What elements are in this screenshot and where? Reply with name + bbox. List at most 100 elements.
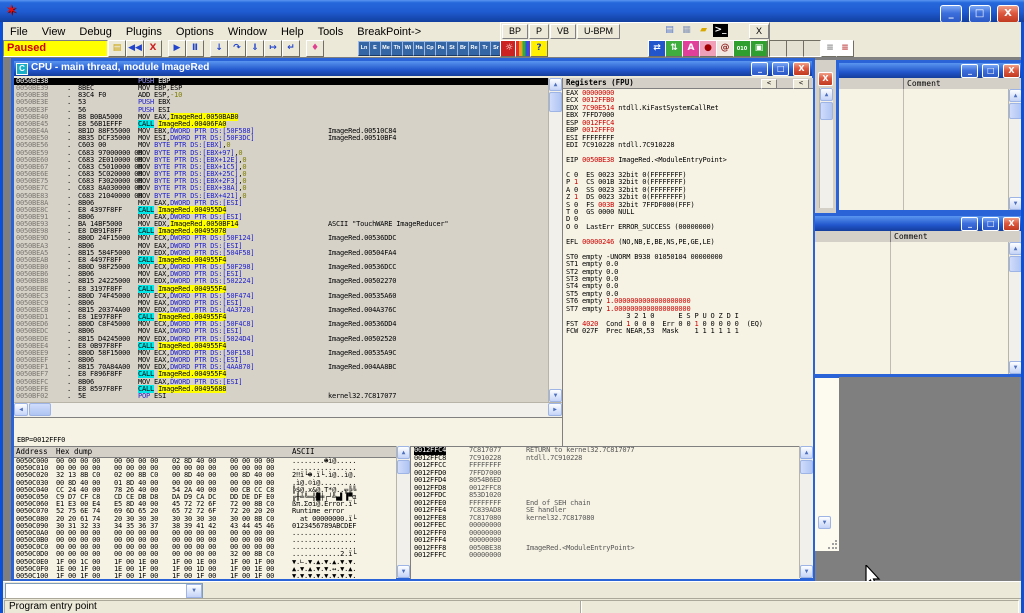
comment-list[interactable] bbox=[814, 242, 1009, 374]
combo-dropdown-icon[interactable]: ▼ bbox=[186, 584, 202, 598]
maximize-button[interactable]: □ bbox=[969, 5, 991, 23]
collapse-icon[interactable]: < bbox=[793, 79, 809, 89]
menu-item-window[interactable]: Window bbox=[221, 24, 274, 38]
scroll-up-icon[interactable]: ▲ bbox=[820, 88, 833, 101]
notes-icon[interactable]: ▤ bbox=[662, 24, 677, 37]
close-button[interactable]: X bbox=[997, 5, 1019, 23]
scroll-up-icon[interactable]: ▲ bbox=[1009, 89, 1021, 102]
register-line[interactable]: EIP 0050BE38 ImageRed.<ModuleEntryPoint> bbox=[563, 157, 813, 164]
help-icon[interactable]: ? bbox=[530, 40, 548, 57]
stack-pane[interactable]: 0012FFC47C817077RETURN to kernel32.7C817… bbox=[410, 446, 800, 579]
minimize-button[interactable]: _ bbox=[961, 217, 978, 231]
animate-into-icon[interactable]: ⇓ bbox=[246, 40, 264, 57]
menu-item-breakpoint[interactable]: BreakPoint-> bbox=[350, 24, 428, 38]
menu-item-tools[interactable]: Tools bbox=[311, 24, 351, 38]
sort-icon[interactable]: ⇅ bbox=[665, 40, 683, 57]
scroll-up-icon[interactable]: ▲ bbox=[800, 446, 813, 459]
disasm-row[interactable]: 0050BEFE.E8 8597F8FFCALL ImageRed.004956… bbox=[14, 386, 548, 393]
menu-item-options[interactable]: Options bbox=[169, 24, 221, 38]
close-icon[interactable]: X bbox=[818, 72, 833, 86]
disasm-row[interactable]: 0050BE83.C683 21040000 00MOV BYTE PTR DS… bbox=[14, 193, 548, 200]
close-button[interactable]: X bbox=[1003, 64, 1020, 78]
disasm-row[interactable]: 0050BE8C.E8 4397F8FFCALL ImageRed.004955… bbox=[14, 207, 548, 214]
scroll-up-icon[interactable]: ▲ bbox=[397, 446, 410, 459]
close-button[interactable]: X bbox=[1003, 217, 1020, 231]
folder-icon[interactable]: ▰ bbox=[696, 24, 711, 37]
disasm-row[interactable]: 0050BE38$55PUSH EBP bbox=[14, 78, 548, 85]
terminate-icon[interactable]: X bbox=[144, 40, 162, 57]
plugin-button-p[interactable]: P bbox=[529, 24, 549, 39]
disasm-row[interactable]: 0050BF02.5EPOP ESIkernel32.7C817077 bbox=[14, 393, 548, 400]
pause-icon[interactable]: Ⅱ bbox=[186, 40, 204, 57]
scroll-down-icon[interactable]: ▼ bbox=[800, 565, 813, 578]
comment-list[interactable] bbox=[839, 89, 1009, 210]
record-icon[interactable]: ● bbox=[699, 40, 717, 57]
plugin-button-vb[interactable]: VB bbox=[550, 24, 576, 39]
scroll-right-icon[interactable]: ▶ bbox=[548, 403, 562, 416]
comment-window-bottom-titlebar[interactable]: _ □ X bbox=[814, 216, 1021, 231]
disasm-row[interactable]: 0050BEC3.8B0D 74F45000MOV ECX,DWORD PTR … bbox=[14, 293, 548, 300]
window-icon[interactable]: ▣ bbox=[750, 40, 768, 57]
minimize-button[interactable]: _ bbox=[940, 5, 962, 23]
animate-over-icon[interactable]: ↦ bbox=[264, 40, 282, 57]
scroll-down-icon[interactable]: ▼ bbox=[1009, 361, 1021, 374]
menu-item-debug[interactable]: Debug bbox=[72, 24, 118, 38]
tasks-list-icon[interactable]: ≡ bbox=[836, 40, 854, 57]
menu-item-help[interactable]: Help bbox=[274, 24, 311, 38]
stack-scrollbar[interactable]: ▲ ▼ bbox=[799, 446, 813, 578]
open-file-icon[interactable]: ▤ bbox=[108, 40, 126, 57]
register-line[interactable]: EDI 7C910228 ntdll.7C910228 bbox=[563, 142, 813, 149]
stack-row[interactable]: 0012FFFC00000000 bbox=[411, 552, 800, 560]
binary-icon[interactable]: 010 bbox=[733, 40, 751, 57]
plugin-close-button[interactable]: X bbox=[749, 24, 769, 39]
scrollbar[interactable]: ▲ ▼ bbox=[1008, 242, 1021, 374]
maximize-button[interactable]: □ bbox=[982, 217, 999, 231]
a-icon[interactable]: A bbox=[682, 40, 700, 57]
plugin-button-u-bpm[interactable]: U-BPM bbox=[577, 24, 620, 39]
scroll-up-icon[interactable]: ▲ bbox=[549, 78, 562, 91]
step-into-icon[interactable]: ↓ bbox=[210, 40, 228, 57]
maximize-button[interactable]: □ bbox=[982, 64, 999, 78]
scrollbar[interactable]: ▲ bbox=[819, 88, 833, 208]
disasm-row[interactable]: 0050BE3E.53PUSH EBX bbox=[14, 99, 548, 106]
register-line[interactable]: FCW 027F Prec NEAR,53 Mask 1 1 1 1 1 1 bbox=[563, 328, 813, 335]
disasm-row[interactable]: 0050BED6.8B0D C8F45000MOV ECX,DWORD PTR … bbox=[14, 321, 548, 328]
spiral-icon[interactable]: @ bbox=[716, 40, 734, 57]
scroll-down-icon[interactable]: ▼ bbox=[1009, 197, 1021, 210]
cpu-titlebar[interactable]: CCPU - main thread, module ImageRed _ □ … bbox=[14, 61, 812, 76]
scroll-up-icon[interactable]: ▲ bbox=[1009, 242, 1021, 255]
close-button[interactable]: X bbox=[793, 62, 810, 76]
execute-return-icon[interactable]: ↵ bbox=[282, 40, 300, 57]
menu-item-plugins[interactable]: Plugins bbox=[119, 24, 169, 38]
register-line[interactable]: O 0 LastErr ERROR_SUCCESS (00000000) bbox=[563, 224, 813, 231]
collapse-icon[interactable]: < bbox=[761, 79, 777, 89]
minimize-button[interactable]: _ bbox=[751, 62, 768, 76]
dump-row[interactable]: 0050C1001F 00 1F 001F 00 1F 001F 00 1F 0… bbox=[14, 573, 396, 579]
console-icon[interactable]: >_ bbox=[713, 24, 728, 37]
disasm-hscrollbar[interactable]: ◀ ▶ bbox=[14, 402, 562, 417]
cpu-window[interactable]: CCPU - main thread, module ImageRed _ □ … bbox=[11, 58, 815, 581]
resize-grip[interactable] bbox=[826, 538, 839, 551]
go-to-icon[interactable]: ♦ bbox=[306, 40, 324, 57]
register-line[interactable]: EFL 00000246 (NO,NB,E,BE,NS,PE,GE,LE) bbox=[563, 239, 813, 246]
run-icon[interactable]: ▶ bbox=[168, 40, 186, 57]
info-pane[interactable]: EBP=0012FFF0 bbox=[14, 417, 562, 447]
restart-icon[interactable]: ◀◀ bbox=[126, 40, 144, 57]
step-over-icon[interactable]: ↷ bbox=[228, 40, 246, 57]
disasm-row[interactable]: 0050BEB0.8B0D 98F25000MOV ECX,DWORD PTR … bbox=[14, 264, 548, 271]
plugin-button-bp[interactable]: BP bbox=[502, 24, 528, 39]
disasm-scrollbar[interactable]: ▲ ▼ bbox=[548, 78, 562, 402]
disasm-row[interactable]: 0050BEE9.8B0D 58F15000MOV ECX,DWORD PTR … bbox=[14, 350, 548, 357]
command-combobox[interactable]: ▼ bbox=[5, 583, 203, 599]
scroll-down-icon[interactable]: ▼ bbox=[397, 565, 410, 578]
menu-item-file[interactable]: File bbox=[3, 24, 35, 38]
disasm-row[interactable]: 0050BE3B.83C4 F0ADD ESP,-10 bbox=[14, 92, 548, 99]
disasm-row[interactable]: 0050BEF7.E8 F896F8FFCALL ImageRed.004955… bbox=[14, 371, 548, 378]
swap-icon[interactable]: ⇄ bbox=[648, 40, 666, 57]
scroll-down-icon[interactable]: ▼ bbox=[549, 389, 562, 402]
comment-window-top-titlebar[interactable]: _ □ X bbox=[839, 63, 1021, 78]
scroll-left-icon[interactable]: ◀ bbox=[14, 403, 28, 416]
scroll-down-icon[interactable]: ▼ bbox=[818, 516, 831, 529]
menu-item-view[interactable]: View bbox=[35, 24, 73, 38]
comment-window-top[interactable]: _ □ X Comment ▲ ▼ bbox=[836, 60, 1021, 213]
